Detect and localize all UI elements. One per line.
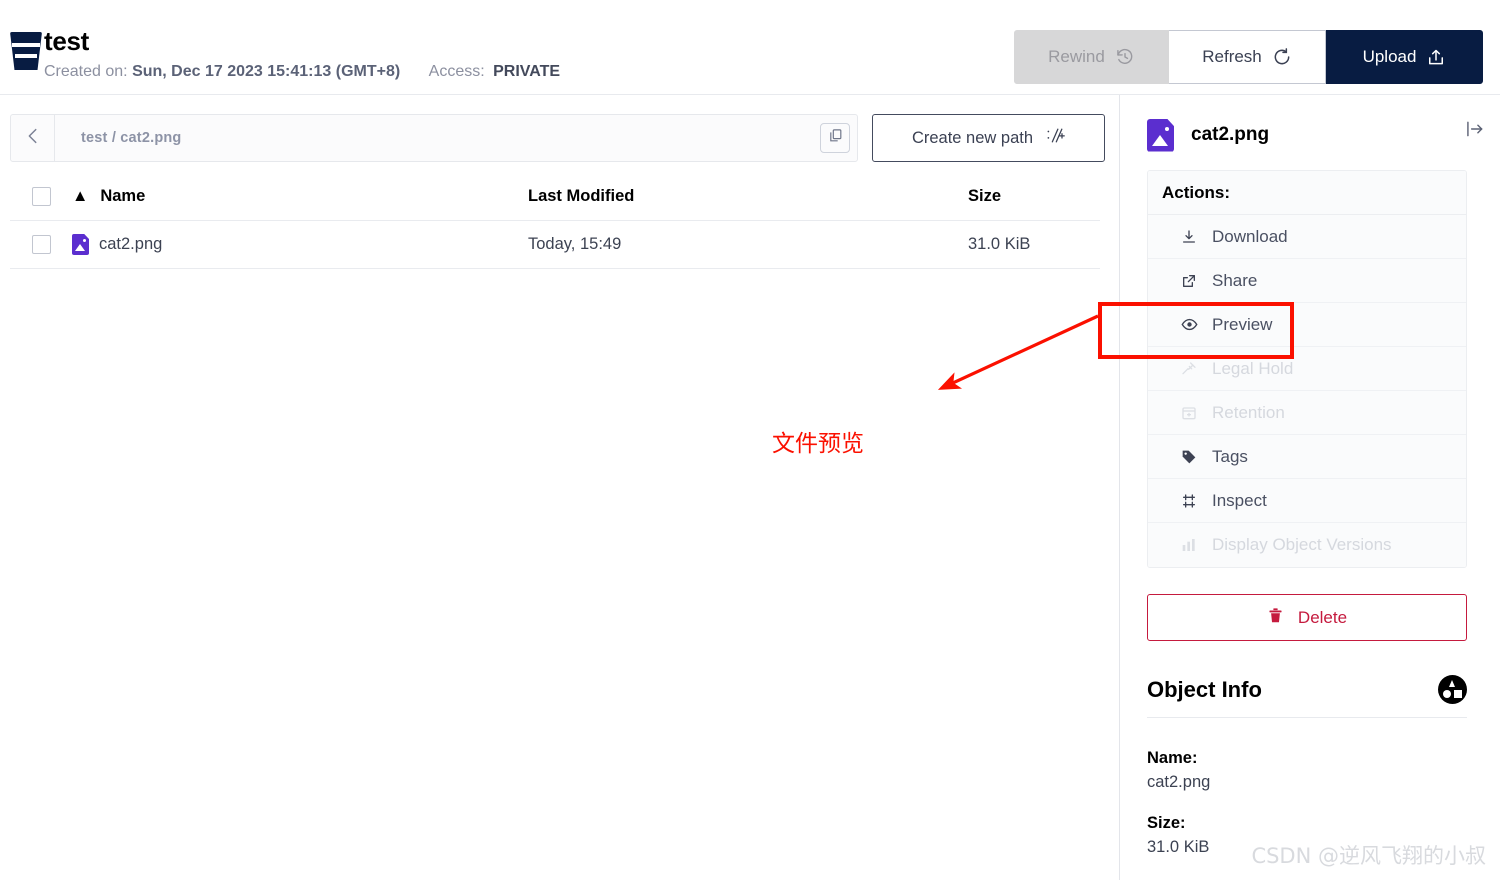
rewind-button[interactable]: Rewind <box>1014 30 1169 84</box>
cell-size: 31.0 KiB <box>968 235 1031 253</box>
rewind-icon <box>1115 47 1135 67</box>
table-header-row: ▲ Name Last Modified Size <box>10 173 1100 221</box>
create-new-path-button[interactable]: Create new path <box>872 114 1105 162</box>
copy-icon <box>828 128 843 148</box>
column-header-size-label: Size <box>968 187 1002 205</box>
upload-icon <box>1426 47 1446 67</box>
column-header-size[interactable]: Size <box>968 187 1100 206</box>
download-icon <box>1180 229 1198 245</box>
bucket-metadata: Created on: Sun, Dec 17 2023 15:41:13 (G… <box>44 62 560 82</box>
share-icon <box>1180 273 1198 289</box>
cell-name: cat2.png <box>72 234 528 255</box>
copy-path-button[interactable] <box>813 115 857 161</box>
table-row[interactable]: cat2.png Today, 15:49 31.0 KiB <box>10 221 1100 269</box>
upload-button-label: Upload <box>1362 47 1417 66</box>
object-info-title: Object Info <box>1147 676 1262 702</box>
actions-title: Actions: <box>1148 171 1466 215</box>
action-download-label: Download <box>1212 226 1288 246</box>
column-header-name[interactable]: ▲ Name <box>72 187 528 206</box>
action-tags-label: Tags <box>1212 446 1248 466</box>
action-download[interactable]: Download <box>1148 215 1466 259</box>
eye-icon <box>1180 316 1198 333</box>
detail-panel-header: cat2.png <box>1147 114 1487 156</box>
cell-name-label: cat2.png <box>99 235 163 253</box>
action-share-label: Share <box>1212 270 1258 290</box>
action-tags[interactable]: Tags <box>1148 435 1466 479</box>
new-folder-path-icon <box>1046 126 1065 150</box>
image-file-icon <box>1147 118 1174 152</box>
gavel-icon <box>1180 361 1198 377</box>
back-button[interactable] <box>11 115 55 161</box>
action-inspect[interactable]: Inspect <box>1148 479 1466 523</box>
create-new-path-label: Create new path <box>911 128 1034 147</box>
column-header-last-modified-label: Last Modified <box>528 187 635 205</box>
action-display-object-versions: Display Object Versions <box>1148 523 1466 567</box>
bucket-icon <box>8 30 44 72</box>
access-value: PRIVATE <box>493 63 561 80</box>
delete-button[interactable]: Delete <box>1147 594 1467 641</box>
calendar-icon <box>1180 405 1198 421</box>
action-preview[interactable]: Preview <box>1148 303 1466 347</box>
action-share[interactable]: Share <box>1148 259 1466 303</box>
refresh-button[interactable]: Refresh <box>1169 30 1326 84</box>
bucket-title-group: test Created on: Sun, Dec 17 2023 15:41:… <box>8 26 560 82</box>
objects-table: ▲ Name Last Modified Size cat2.png Today… <box>10 173 1100 269</box>
select-all-checkbox[interactable] <box>31 187 51 206</box>
info-field-size-label: Size: <box>1147 814 1186 832</box>
action-display-object-versions-label: Display Object Versions <box>1212 535 1392 554</box>
breadcrumb-container: test / cat2.png <box>10 114 858 162</box>
action-retention-label: Retention <box>1212 402 1285 422</box>
row-checkbox[interactable] <box>31 235 51 254</box>
row-select-cell <box>10 235 72 254</box>
trash-icon <box>1267 607 1284 629</box>
column-header-name-label: Name <box>100 187 146 205</box>
breadcrumb-row: test / cat2.png Create new path <box>10 114 1105 162</box>
action-retention: Retention <box>1148 391 1466 435</box>
detail-file-name: cat2.png <box>1191 124 1270 145</box>
access-label: Access: <box>428 63 485 80</box>
action-legal-hold-label: Legal Hold <box>1212 358 1294 378</box>
page-title: test <box>44 26 90 56</box>
rewind-button-label: Rewind <box>1048 47 1105 66</box>
inspect-icon <box>1180 493 1198 509</box>
select-all-cell <box>10 187 72 206</box>
collapse-panel-button[interactable] <box>1465 119 1485 144</box>
versions-icon <box>1180 537 1198 553</box>
delete-button-label: Delete <box>1297 607 1348 627</box>
info-field-name-label: Name: <box>1147 749 1198 767</box>
image-file-icon <box>72 234 89 255</box>
column-header-last-modified[interactable]: Last Modified <box>528 187 968 206</box>
cell-last-modified: Today, 15:49 <box>528 235 622 253</box>
collapse-right-icon <box>1465 121 1485 143</box>
action-legal-hold: Legal Hold <box>1148 347 1466 391</box>
info-field-name: Name: cat2.png <box>1147 747 1467 795</box>
upload-button[interactable]: Upload <box>1326 30 1483 84</box>
header-actions: Rewind Refresh Upload <box>1014 30 1483 84</box>
actions-card: Actions: Download Share Preview Legal Ho… <box>1147 170 1467 568</box>
refresh-button-label: Refresh <box>1202 47 1262 66</box>
page-header: test Created on: Sun, Dec 17 2023 15:41:… <box>0 0 1500 95</box>
chevron-left-icon <box>22 125 44 152</box>
action-inspect-label: Inspect <box>1212 490 1267 510</box>
object-info-header: Object Info <box>1147 675 1467 704</box>
object-browser-page: test Created on: Sun, Dec 17 2023 15:41:… <box>0 0 1500 880</box>
refresh-icon <box>1272 47 1292 67</box>
created-on-value: Sun, Dec 17 2023 15:41:13 (GMT+8) <box>132 63 401 80</box>
breadcrumb[interactable]: test / cat2.png <box>55 130 813 146</box>
annotation-callout-text: 文件预览 <box>772 431 864 457</box>
object-detail-panel: cat2.png Actions: Download Share Preview… <box>1121 95 1500 880</box>
action-preview-label: Preview <box>1212 314 1273 334</box>
created-on-label: Created on: <box>44 63 128 80</box>
sort-ascending-icon: ▲ <box>72 187 89 205</box>
info-field-name-value: cat2.png <box>1147 773 1211 791</box>
watermark: CSDN @逆风飞翔的小叔 <box>1251 844 1486 868</box>
object-shapes-icon <box>1438 675 1467 704</box>
tag-icon <box>1180 449 1198 465</box>
object-info-divider <box>1147 717 1467 718</box>
object-list-area: test / cat2.png Create new path ▲ Name L… <box>0 95 1120 880</box>
